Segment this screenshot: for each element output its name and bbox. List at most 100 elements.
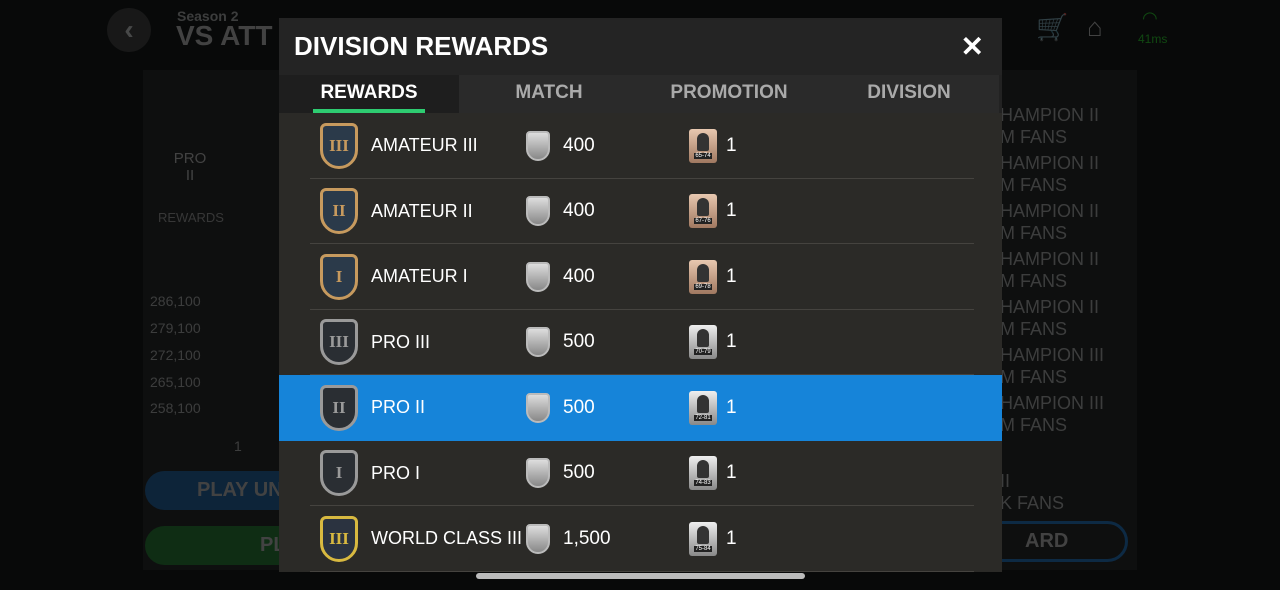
tab-division[interactable]: DIVISION xyxy=(819,75,999,113)
right-list-item: M FANS xyxy=(1000,367,1068,387)
player-card-icon: 72-81 xyxy=(689,390,717,425)
x-tick: 1 xyxy=(234,438,242,454)
division-badge-icon: II xyxy=(320,188,358,235)
player-card-icon: 74-83 xyxy=(689,456,717,491)
right-list-item: M FANS xyxy=(1000,175,1068,195)
reward-row[interactable]: III AMATEUR III 400 65-74 1 xyxy=(279,113,1002,179)
coin-shield-icon xyxy=(526,327,550,358)
card-rating-range: 74-83 xyxy=(694,480,712,487)
tab-rewards[interactable]: REWARDS xyxy=(279,75,459,113)
division-name: AMATEUR I xyxy=(371,266,468,287)
right-list-item: K FANS xyxy=(1000,493,1065,513)
reward-row[interactable]: I PRO I 500 74-83 1 xyxy=(279,441,1002,507)
coin-shield-icon xyxy=(526,523,550,554)
division-name: AMATEUR II xyxy=(371,200,473,221)
coin-amount: 500 xyxy=(563,331,595,353)
division-name: AMATEUR III xyxy=(371,135,478,156)
right-list-item: HAMPION II xyxy=(1000,201,1100,221)
card-rating-range: 65-74 xyxy=(694,152,712,159)
card-quantity: 1 xyxy=(726,396,737,418)
card-rating-range: 72-81 xyxy=(694,414,712,421)
right-list-item: M FANS xyxy=(1000,223,1068,243)
cart-icon[interactable]: 🛒 xyxy=(1036,12,1068,43)
y-tick: 258,100 xyxy=(150,400,201,416)
coin-amount: 400 xyxy=(563,134,595,156)
player-card-icon: 75-84 xyxy=(689,521,717,556)
card-quantity: 1 xyxy=(726,331,737,353)
modal-title: DIVISION REWARDS xyxy=(294,31,549,61)
division-badge-icon: II xyxy=(320,384,358,431)
back-button[interactable]: ‹ xyxy=(107,8,151,52)
coin-shield-icon xyxy=(526,130,550,161)
player-card-icon: 65-74 xyxy=(689,128,717,163)
coin-amount: 1,500 xyxy=(563,527,611,549)
coin-amount: 500 xyxy=(563,396,595,418)
y-tick: 279,100 xyxy=(150,320,201,336)
card-rating-range: 75-84 xyxy=(694,545,712,552)
rewards-label: REWARDS xyxy=(158,210,224,225)
card-rating-range: 69-78 xyxy=(694,283,712,290)
division-badge-icon: III xyxy=(320,319,358,366)
division-badge-icon: I xyxy=(320,253,358,300)
modal-header: DIVISION REWARDS ✕ xyxy=(279,18,1002,75)
card-rating-range: 70-79 xyxy=(694,349,712,356)
division-badge-icon: III xyxy=(320,122,358,169)
division-badge-icon: III xyxy=(320,515,358,562)
reward-row[interactable]: II PRO II 500 72-81 1 xyxy=(279,375,1002,441)
mode-title: VS ATT xyxy=(176,20,273,51)
right-list-item: HAMPION III xyxy=(1000,393,1105,413)
card-quantity: 1 xyxy=(726,200,737,222)
right-list: HAMPION II M FANS HAMPION II M FANS HAMPION … xyxy=(1000,104,1104,514)
division-badge-icon: I xyxy=(320,450,358,497)
division-name: WORLD CLASS III xyxy=(371,528,523,549)
rank-tier: PRO xyxy=(173,150,207,167)
division-name: PRO II xyxy=(371,397,426,418)
right-list-item: HAMPION II xyxy=(1000,153,1100,173)
card-rating-range: 67-76 xyxy=(694,218,712,225)
reward-row[interactable]: III PRO III 500 70-79 1 xyxy=(279,310,1002,376)
right-list-item: HAMPION II xyxy=(1000,297,1100,317)
player-card-icon: 67-76 xyxy=(689,194,717,229)
coin-shield-icon xyxy=(526,458,550,489)
division-name: PRO III xyxy=(371,331,431,352)
current-rank: PRO II xyxy=(170,150,210,184)
right-list-item: HAMPION III xyxy=(1000,345,1105,365)
home-icon[interactable]: ⌂ xyxy=(1087,12,1103,43)
y-tick: 272,100 xyxy=(150,347,201,363)
y-tick: 265,100 xyxy=(150,374,201,390)
scrollbar[interactable] xyxy=(476,573,805,579)
coin-shield-icon xyxy=(526,196,550,227)
tab-promotion[interactable]: PROMOTION xyxy=(639,75,819,113)
division-rewards-modal: DIVISION REWARDS ✕ REWARDS MATCH PROMOTI… xyxy=(279,18,1002,572)
coin-shield-icon xyxy=(526,261,550,292)
right-list-item: M FANS xyxy=(1000,271,1068,291)
y-tick: 286,100 xyxy=(150,293,201,309)
close-icon[interactable]: ✕ xyxy=(961,30,984,63)
reward-row[interactable]: II AMATEUR II 400 67-76 1 xyxy=(279,179,1002,245)
coin-amount: 500 xyxy=(563,462,595,484)
player-card-icon: 70-79 xyxy=(689,325,717,360)
right-list-item: HAMPION II xyxy=(1000,249,1100,269)
card-quantity: 1 xyxy=(726,527,737,549)
right-list-item: M FANS xyxy=(1000,319,1068,339)
reward-row[interactable]: I AMATEUR I 400 69-78 1 xyxy=(279,244,1002,310)
tab-bar: REWARDS MATCH PROMOTION DIVISION xyxy=(279,75,1002,113)
rank-level: II xyxy=(185,167,195,184)
wifi-icon: ◠ xyxy=(1142,8,1158,28)
rewards-list: III AMATEUR III 400 65-74 1 II AMATEUR II… xyxy=(279,113,1002,572)
reward-row[interactable]: III WORLD CLASS III 1,500 75-84 1 xyxy=(279,506,1002,572)
right-list-item: M FANS xyxy=(1000,415,1068,435)
card-quantity: 1 xyxy=(726,134,737,156)
coin-amount: 400 xyxy=(563,265,595,287)
tab-match[interactable]: MATCH xyxy=(459,75,639,113)
card-quantity: 1 xyxy=(726,462,737,484)
division-name: PRO I xyxy=(371,462,421,483)
coin-amount: 400 xyxy=(563,200,595,222)
right-list-item: HAMPION II xyxy=(1000,105,1100,125)
right-list-item: II xyxy=(1000,471,1011,491)
coin-shield-icon xyxy=(526,392,550,423)
right-list-item: M FANS xyxy=(1000,127,1068,147)
card-quantity: 1 xyxy=(726,265,737,287)
ping-value: 41ms xyxy=(1138,32,1168,46)
player-card-icon: 69-78 xyxy=(689,259,717,294)
